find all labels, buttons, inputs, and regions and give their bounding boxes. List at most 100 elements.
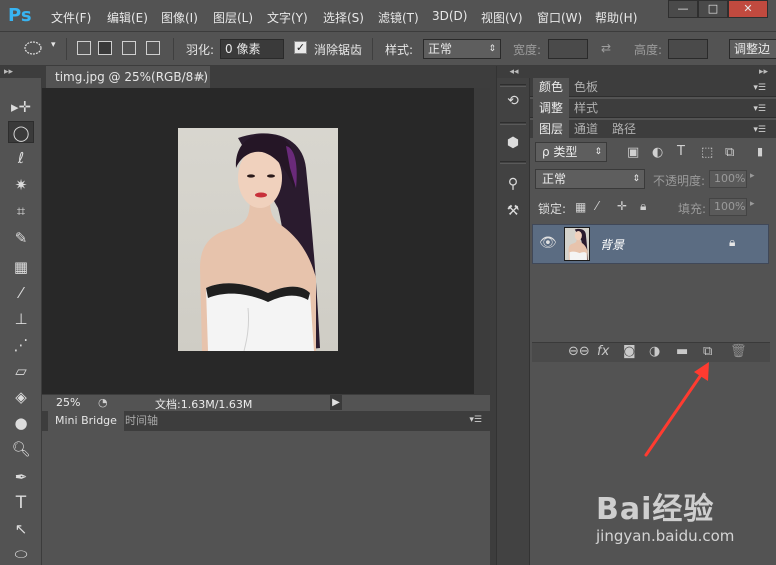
pen-icon[interactable]: ✒ <box>8 466 34 488</box>
menu-image[interactable]: 图像(I) <box>161 9 198 26</box>
menu-filter[interactable]: 滤镜(T) <box>378 9 419 26</box>
zoom-level[interactable]: 25% <box>56 396 80 409</box>
tab-swatches[interactable]: 色板 <box>568 78 604 97</box>
paint-bucket-icon[interactable]: ◈ <box>8 386 34 408</box>
dropdown-arrow-icon[interactable]: ▸ <box>750 199 755 209</box>
move-icon[interactable]: ▸✛ <box>8 96 34 118</box>
document-tab[interactable]: timg.jpg @ 25%(RGB/8#) <box>46 66 210 88</box>
menu-bar: Ps 文件(F) 编辑(E) 图像(I) 图层(L) 文字(Y) 选择(S) 滤… <box>0 0 776 32</box>
menu-view[interactable]: 视图(V) <box>481 9 523 26</box>
menu-type[interactable]: 文字(Y) <box>267 9 308 26</box>
close-icon[interactable]: × <box>196 71 205 84</box>
filter-type-icon[interactable]: T <box>677 144 685 159</box>
filter-toggle-icon[interactable]: ▮ <box>757 145 763 158</box>
history-icon[interactable]: ⟲ <box>502 91 524 111</box>
height-input[interactable] <box>668 39 708 59</box>
tab-color[interactable]: 颜色 <box>533 78 570 97</box>
add-mask-icon[interactable]: ◙ <box>623 344 636 359</box>
new-group-icon[interactable]: ▬ <box>676 344 688 359</box>
menu-window[interactable]: 窗口(W) <box>537 9 582 26</box>
eyedropper-icon[interactable]: ✎ <box>8 227 34 249</box>
tab-adjustments[interactable]: 调整 <box>533 99 570 118</box>
filter-adjustment-icon[interactable]: ◐ <box>652 145 663 160</box>
filter-shape-icon[interactable]: ⬚ <box>701 145 713 160</box>
ellipse-shape-icon[interactable]: ⬭ <box>8 543 34 565</box>
feather-input[interactable]: 0 像素 <box>220 39 284 59</box>
share-icon[interactable]: ◔ <box>98 396 108 409</box>
vertical-scrollbar[interactable] <box>474 88 490 394</box>
brush-presets-icon[interactable]: ⚲ <box>502 174 524 194</box>
refine-edge-button[interactable]: 调整边 <box>729 39 776 59</box>
filter-pixel-icon[interactable]: ▣ <box>627 145 639 160</box>
lock-position-icon[interactable]: ✛ <box>617 199 627 213</box>
eraser-icon[interactable]: ▱ <box>8 360 34 382</box>
tab-paths[interactable]: 路径 <box>606 120 642 139</box>
tab-mini-bridge[interactable]: Mini Bridge <box>48 411 124 431</box>
style-dropdown[interactable]: 正常 ⇕ <box>423 39 501 59</box>
panel-grip[interactable]: ▸▸ <box>530 66 776 78</box>
collapse-icon[interactable]: ◂◂ <box>497 66 531 78</box>
marquee-icon[interactable]: ◯ <box>8 121 34 143</box>
preset-dropdown-arrow[interactable]: ▾ <box>51 40 56 50</box>
play-icon[interactable]: ▶ <box>330 395 342 410</box>
menu-layer[interactable]: 图层(L) <box>213 9 253 26</box>
fill-input[interactable]: 100% <box>709 198 747 216</box>
crop-icon[interactable]: ⌗ <box>8 200 34 222</box>
tool-presets-icon[interactable]: ⚒ <box>502 201 524 221</box>
lock-transparency-icon[interactable]: ▦ <box>575 200 586 214</box>
menu-file[interactable]: 文件(F) <box>51 9 91 26</box>
healing-brush-icon[interactable]: ▦ <box>8 256 34 278</box>
dropdown-arrow-icon[interactable]: ▸ <box>750 171 755 181</box>
elliptical-marquee-preset-icon[interactable] <box>24 41 44 55</box>
swap-icon[interactable]: ⇄ <box>601 41 611 55</box>
document-photo[interactable] <box>178 128 338 351</box>
panel-menu-icon[interactable]: ▾☰ <box>753 125 766 135</box>
magic-wand-icon[interactable]: ✷ <box>8 174 34 196</box>
add-selection-icon[interactable] <box>98 41 112 55</box>
menu-edit[interactable]: 编辑(E) <box>107 9 148 26</box>
tab-timeline[interactable]: 时间轴 <box>118 411 165 431</box>
panel-menu-icon[interactable]: ▾☰ <box>753 83 766 93</box>
blend-mode-dropdown[interactable]: 正常 ⇕ <box>535 169 645 189</box>
eye-icon[interactable]: 👁︎ <box>539 235 557 251</box>
type-icon[interactable]: T <box>8 492 34 514</box>
dropdown-arrow-icon: ⇕ <box>632 174 640 184</box>
maximize-button[interactable]: □ <box>698 0 728 18</box>
menu-select[interactable]: 选择(S) <box>323 9 364 26</box>
menu-help[interactable]: 帮助(H) <box>595 9 637 26</box>
tab-channels[interactable]: 通道 <box>568 120 604 139</box>
width-input[interactable] <box>548 39 588 59</box>
brush-icon[interactable]: ⁄ <box>8 282 34 304</box>
blur-icon[interactable]: ● <box>8 412 34 434</box>
intersect-selection-icon[interactable] <box>146 41 160 55</box>
lock-label: 锁定: <box>538 202 567 216</box>
filter-kind-dropdown[interactable]: ρ 类型 ⇕ <box>535 142 607 162</box>
link-layers-icon[interactable]: ⊖⊖ <box>568 344 590 359</box>
filter-smart-object-icon[interactable]: ⧉ <box>725 145 734 160</box>
clone-stamp-icon[interactable]: ⊥ <box>8 308 34 330</box>
lasso-icon[interactable]: ℓ <box>8 147 34 169</box>
adjustment-layer-icon[interactable]: ◑ <box>649 344 660 359</box>
fx-icon[interactable]: fx <box>597 344 609 359</box>
minimize-button[interactable]: — <box>668 0 698 18</box>
history-brush-icon[interactable]: ⋰ <box>8 334 34 356</box>
tab-styles[interactable]: 样式 <box>568 99 604 118</box>
subtract-selection-icon[interactable] <box>122 41 136 55</box>
antialias-checkbox[interactable]: ✓ <box>294 41 307 54</box>
lock-pixels-icon[interactable]: ⁄ <box>596 199 598 213</box>
opacity-input[interactable]: 100% <box>709 170 747 188</box>
delete-layer-icon[interactable]: 🗑︎ <box>730 344 747 359</box>
menu-3d[interactable]: 3D(D) <box>432 9 467 23</box>
new-layer-icon[interactable]: ⧉ <box>703 344 712 359</box>
panel-menu-icon[interactable]: ▾☰ <box>469 415 482 425</box>
new-selection-icon[interactable] <box>77 41 91 55</box>
tab-layers[interactable]: 图层 <box>533 120 570 139</box>
close-window-button[interactable]: ✕ <box>728 0 768 18</box>
layer-name[interactable]: 背景 <box>600 236 624 253</box>
3d-cube-icon[interactable]: ⬢ <box>502 133 524 153</box>
path-selection-icon[interactable]: ↖ <box>8 518 34 540</box>
lock-all-icon[interactable]: 🔒︎ <box>640 199 646 214</box>
dodge-icon[interactable]: 🔍︎ <box>8 438 34 460</box>
panel-grip[interactable]: ▸▸ <box>0 66 42 78</box>
panel-menu-icon[interactable]: ▾☰ <box>753 104 766 114</box>
